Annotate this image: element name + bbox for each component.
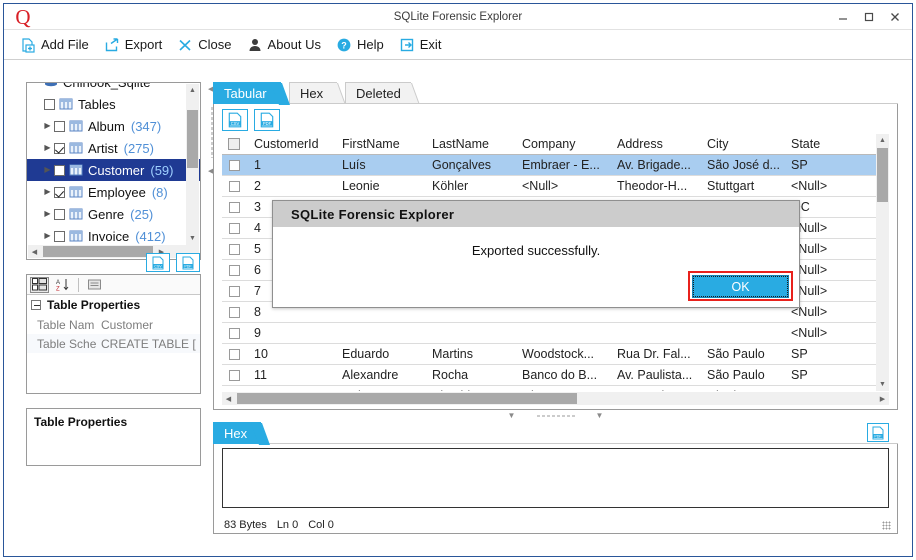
modal-overlay: SQLite Forensic Explorer Exported succes… <box>4 4 912 556</box>
tab-label: Hex <box>224 426 248 441</box>
svg-text:PDF: PDF <box>874 434 882 438</box>
hex-export-pdf-button[interactable]: PDF <box>867 423 889 442</box>
tab-tabular[interactable]: Tabular <box>213 82 290 105</box>
ok-button[interactable]: OK <box>692 275 789 298</box>
tab-label: Tabular <box>224 86 267 101</box>
dialog-message: Exported successfully. <box>471 242 601 258</box>
tab-hex-viewer[interactable]: Hex <box>213 422 270 445</box>
dialog-button-row: OK <box>273 271 799 307</box>
dialog-title: SQLite Forensic Explorer <box>273 201 799 227</box>
export-success-dialog: SQLite Forensic Explorer Exported succes… <box>272 200 800 308</box>
app-window: Q SQLite Forensic Explorer Add File Expo… <box>3 3 913 557</box>
